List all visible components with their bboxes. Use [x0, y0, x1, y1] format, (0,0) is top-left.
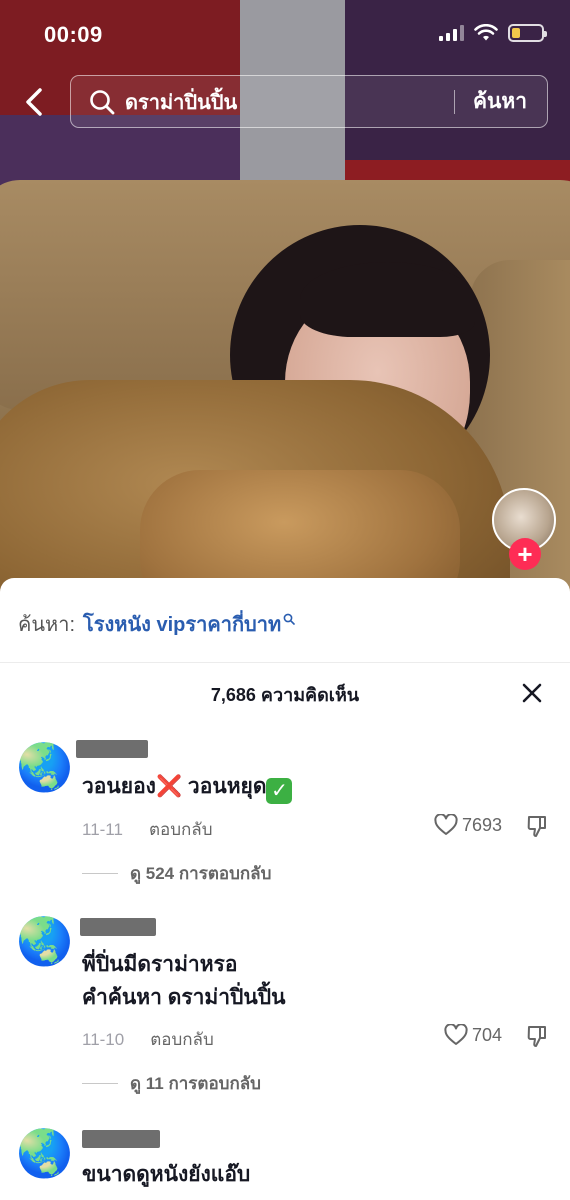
search-suggestion[interactable]: ค้นหา: โรงหนัง vipราคากี่บาท [18, 608, 295, 640]
check-mark-icon: ✓ [266, 778, 293, 804]
dislike-button[interactable] [526, 1024, 548, 1053]
reply-button[interactable]: ตอบกลับ [150, 1026, 214, 1053]
heart-icon [434, 814, 458, 835]
thumbs-down-icon [527, 816, 546, 837]
like-button[interactable]: 704 [444, 1024, 502, 1046]
avatar[interactable]: 🌏 [16, 740, 73, 794]
view-replies-button[interactable]: ดู 11 การตอบกลับ [82, 1070, 261, 1097]
cellular-signal-icon [439, 25, 464, 41]
status-time: 00:09 [44, 22, 103, 47]
view-replies-button[interactable]: ดู 524 การตอบกลับ [82, 860, 271, 887]
suggestion-label: ค้นหา: [18, 614, 76, 636]
search-icon [89, 89, 115, 115]
avatar[interactable]: 🌏 [16, 914, 73, 968]
comment-text: วอนยอง❌ วอนหยุด ✓ [82, 770, 293, 804]
thumbs-down-icon [527, 1026, 546, 1047]
comments-count: 7,686 ความคิดเห็น [210, 685, 360, 705]
comment-date: 11-11 [82, 819, 123, 839]
reply-button[interactable]: ตอบกลับ [149, 816, 213, 843]
search-submit-button[interactable]: ค้นหา [455, 85, 547, 118]
dislike-button[interactable] [526, 814, 548, 843]
chevron-left-icon [26, 88, 42, 116]
small-search-icon [283, 608, 295, 631]
close-icon [522, 683, 542, 703]
username-redacted[interactable] [82, 1130, 160, 1148]
back-button[interactable] [14, 80, 54, 124]
like-button[interactable]: 7693 [434, 814, 502, 836]
divider [0, 662, 570, 663]
like-count: 704 [471, 1024, 502, 1045]
follow-button[interactable]: + [509, 538, 541, 570]
comment-date: 11-10 [82, 1029, 125, 1049]
comments-sheet: ค้นหา: โรงหนัง vipราคากี่บาท 7,686 ความค… [0, 578, 570, 1200]
username-redacted[interactable] [80, 918, 156, 936]
comment-text: ขนาดดูหนังยังแอ๊บ [82, 1163, 251, 1186]
search-input[interactable]: ดราม่าปิ่นปิ้น [125, 86, 454, 118]
cross-mark-icon: ❌ [155, 775, 183, 798]
suggestion-query-link[interactable]: โรงหนัง vipราคากี่บาท [83, 608, 281, 640]
username-redacted[interactable] [76, 740, 148, 758]
search-bar[interactable]: ดราม่าปิ่นปิ้น ค้นหา [70, 75, 548, 128]
heart-icon [444, 1024, 468, 1045]
plus-icon: + [517, 539, 533, 569]
battery-icon [508, 24, 547, 42]
wifi-icon [474, 24, 498, 41]
close-button[interactable] [519, 680, 545, 706]
status-bar: 00:09 [0, 0, 570, 70]
comment-text: พี่ปิ่นมีดราม่าหรอ คำค้นหา ดราม่าปิ่นปิ้… [82, 953, 286, 1009]
avatar[interactable]: 🌏 [16, 1126, 73, 1180]
like-count: 7693 [461, 814, 502, 835]
